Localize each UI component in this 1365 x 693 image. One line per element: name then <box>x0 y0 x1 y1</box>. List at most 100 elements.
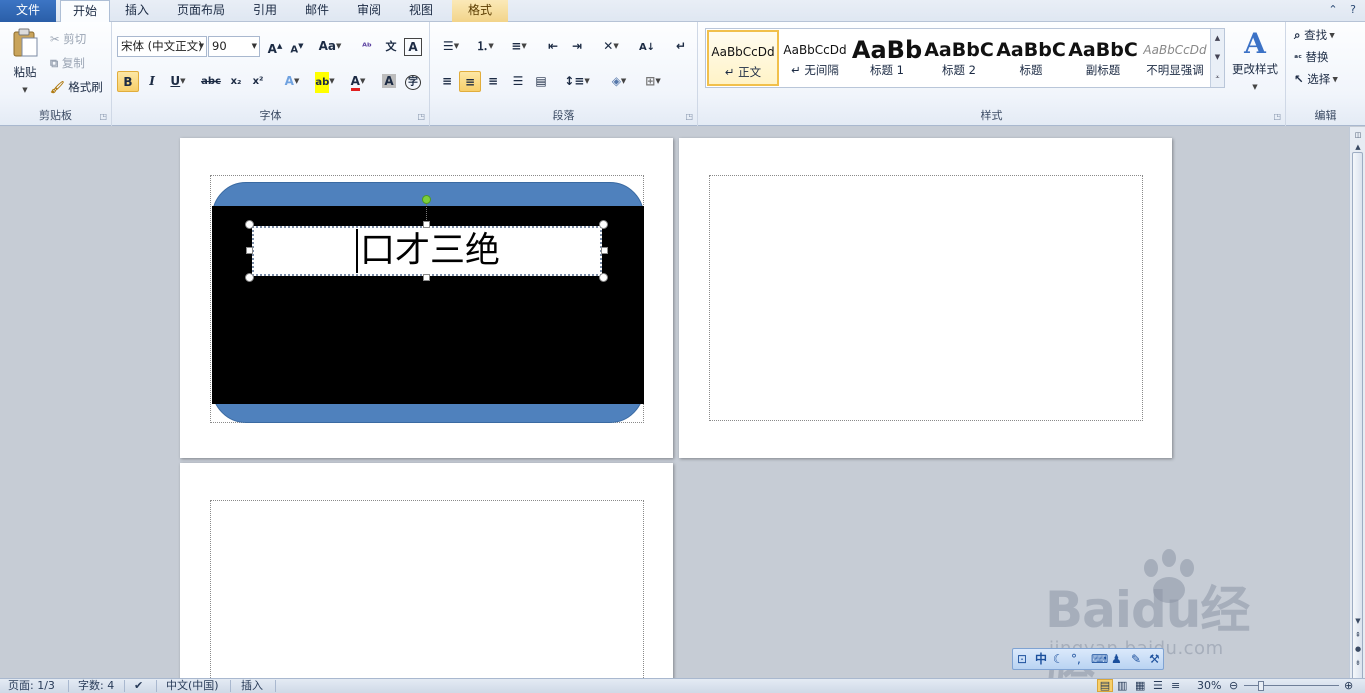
page-1[interactable]: 口才三绝 <box>180 138 673 458</box>
text-effects-button[interactable]: A▼ <box>278 71 306 92</box>
status-page[interactable]: 页面: 1/3 <box>8 679 55 693</box>
scroll-down-icon[interactable]: ▼ <box>1350 615 1365 627</box>
textbox-text[interactable]: 口才三绝 <box>360 228 500 274</box>
gallery-scroll-up-icon[interactable]: ▲ <box>1210 29 1224 48</box>
bold-button[interactable]: B <box>117 71 139 92</box>
resize-handle-top[interactable] <box>423 221 430 228</box>
enclose-characters-button[interactable]: 字 <box>402 71 424 92</box>
replace-button[interactable]: ᵃᶜ 替换 <box>1294 48 1329 68</box>
status-word-count[interactable]: 字数: 4 <box>78 679 114 693</box>
minimize-ribbon-icon[interactable]: ⌃ <box>1325 2 1341 18</box>
phonetic-guide-button[interactable]: 文 <box>380 36 402 57</box>
italic-button[interactable]: I <box>141 71 163 92</box>
select-button[interactable]: ↖ 选择 ▼ <box>1294 70 1338 89</box>
clipboard-launcher-icon[interactable]: ◳ <box>99 112 107 121</box>
increase-indent-button[interactable]: ⇥ <box>566 36 588 57</box>
change-case-button[interactable]: Aa▼ <box>316 36 344 57</box>
ime-fullwidth-icon[interactable]: ☾ <box>1053 651 1064 667</box>
print-layout-view-icon[interactable]: ▤ <box>1097 679 1113 692</box>
font-color-button[interactable]: A▼ <box>344 71 372 92</box>
tab-references[interactable]: 引用 <box>242 0 288 22</box>
ruler-toggle-icon[interactable]: ◫ <box>1350 129 1365 141</box>
resize-handle-top-left[interactable] <box>245 220 254 229</box>
paragraph-launcher-icon[interactable]: ◳ <box>685 112 693 121</box>
style-heading-2[interactable]: AaBbC 标题 2 <box>923 30 995 86</box>
paste-button[interactable]: 粘贴 ▼ <box>8 28 42 99</box>
vertical-scrollbar[interactable]: ◫ ▲ ▼ ⇞ ● ⇟ <box>1349 127 1365 692</box>
zoom-slider-thumb[interactable] <box>1258 681 1264 691</box>
strikethrough-button[interactable]: abc <box>198 71 224 92</box>
ime-logo-icon[interactable]: ⊡ <box>1017 651 1027 667</box>
ime-keyboard-icon[interactable]: ⌨ <box>1091 651 1108 667</box>
grow-font-button[interactable]: A▲ <box>264 36 286 57</box>
scrollbar-thumb[interactable] <box>1352 152 1363 692</box>
font-size-dropdown-icon[interactable]: ▼ <box>252 37 257 56</box>
format-painter-button[interactable]: 🖌 格式刷 <box>50 78 103 96</box>
align-center-button[interactable]: ≡ <box>459 71 481 92</box>
borders-button[interactable]: ⊞▼ <box>638 71 668 92</box>
browse-object-icon[interactable]: ● <box>1350 643 1365 655</box>
tab-home[interactable]: 开始 <box>60 0 110 23</box>
highlight-button[interactable]: ab▼ <box>310 71 340 93</box>
shrink-font-button[interactable]: A▼ <box>286 36 308 57</box>
ime-language-toggle[interactable]: 中 <box>1035 651 1047 667</box>
style-normal[interactable]: AaBbCcDd ↵ 正文 <box>707 30 779 86</box>
clear-formatting-button[interactable]: ᴬᵇ <box>356 36 378 57</box>
tab-format[interactable]: 格式 <box>452 0 508 22</box>
show-marks-button[interactable]: ↵ <box>670 36 692 57</box>
resize-handle-left[interactable] <box>246 247 253 254</box>
copy-button[interactable]: ⧉ 复制 <box>50 54 85 72</box>
sort-button[interactable]: A↓ <box>636 36 658 57</box>
style-title[interactable]: AaBbC 标题 <box>995 30 1067 86</box>
ime-tools-icon[interactable]: ⚒ <box>1149 651 1160 667</box>
align-right-button[interactable]: ≡ <box>482 71 504 92</box>
tab-insert[interactable]: 插入 <box>114 0 160 22</box>
distributed-button[interactable]: ▤ <box>530 71 552 92</box>
character-border-button[interactable]: A <box>404 38 422 56</box>
align-left-button[interactable]: ≡ <box>436 71 458 92</box>
tab-view[interactable]: 视图 <box>398 0 444 22</box>
style-heading-1[interactable]: AaBb 标题 1 <box>851 30 923 86</box>
resize-handle-bottom[interactable] <box>423 274 430 281</box>
tab-review[interactable]: 审阅 <box>346 0 392 22</box>
find-button[interactable]: ⌕ 查找 ▼ <box>1294 26 1335 45</box>
change-styles-button[interactable]: A 更改样式 ▼ <box>1228 28 1282 96</box>
gallery-more-icon[interactable]: ⩡ <box>1210 67 1224 87</box>
proofing-check-icon[interactable]: ✔ <box>134 679 143 693</box>
rotation-handle[interactable] <box>422 195 431 204</box>
style-subtitle[interactable]: AaBbC 副标题 <box>1067 30 1139 86</box>
help-icon[interactable]: ? <box>1345 2 1361 18</box>
resize-handle-top-right[interactable] <box>599 220 608 229</box>
line-spacing-button[interactable]: ↕≡▼ <box>562 71 592 92</box>
zoom-out-icon[interactable]: ⊖ <box>1229 679 1238 693</box>
styles-launcher-icon[interactable]: ◳ <box>1273 112 1281 121</box>
title-textbox[interactable]: 口才三绝 <box>252 226 602 276</box>
next-page-icon[interactable]: ⇟ <box>1350 657 1365 669</box>
resize-handle-bottom-right[interactable] <box>599 273 608 282</box>
shading-button[interactable]: ◈▼ <box>604 71 634 92</box>
status-insert-mode[interactable]: 插入 <box>241 679 263 693</box>
bullets-button[interactable]: ☰▼ <box>436 36 466 57</box>
zoom-level[interactable]: 30% <box>1197 679 1221 693</box>
resize-handle-right[interactable] <box>601 247 608 254</box>
ime-settings-icon[interactable]: ✎ <box>1131 651 1141 667</box>
tab-file[interactable]: 文件 <box>0 0 56 22</box>
decrease-indent-button[interactable]: ⇤ <box>542 36 564 57</box>
tab-mailings[interactable]: 邮件 <box>294 0 340 22</box>
style-subtle-emphasis[interactable]: AaBbCcDd 不明显强调 <box>1139 30 1211 86</box>
draft-view-icon[interactable]: ≡ <box>1171 679 1180 693</box>
font-name-combo[interactable]: 宋体 (中文正文) ▼ <box>117 36 207 57</box>
status-language[interactable]: 中文(中国) <box>166 679 219 693</box>
justify-button[interactable]: ☰ <box>507 71 529 92</box>
previous-page-icon[interactable]: ⇞ <box>1350 629 1365 641</box>
zoom-in-icon[interactable]: ⊕ <box>1344 679 1353 693</box>
ime-punctuation-icon[interactable]: °, <box>1071 651 1081 667</box>
superscript-button[interactable]: x² <box>247 71 269 92</box>
ime-user-icon[interactable]: ♟ <box>1111 651 1122 667</box>
chinese-layout-button[interactable]: ✕▼ <box>596 36 626 57</box>
font-name-dropdown-icon[interactable]: ▼ <box>199 37 204 56</box>
tab-page-layout[interactable]: 页面布局 <box>166 0 236 22</box>
page-2[interactable] <box>679 138 1172 458</box>
gallery-scroll-down-icon[interactable]: ▼ <box>1210 48 1224 67</box>
full-screen-reading-icon[interactable]: ▥ <box>1117 679 1127 693</box>
